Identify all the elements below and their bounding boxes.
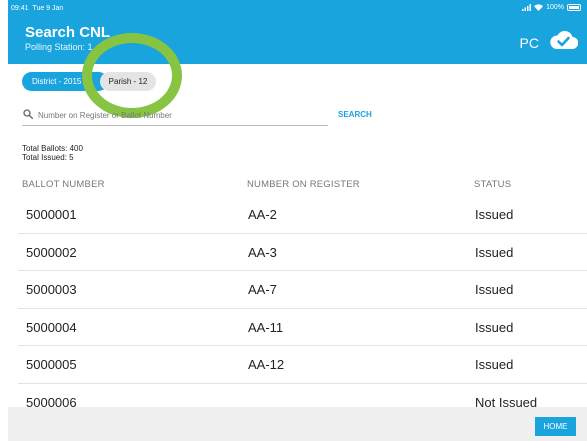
column-header-number-on-register: NUMBER ON REGISTER (247, 179, 360, 190)
register-number-cell: AA-12 (248, 357, 285, 372)
battery-percent: 100% (546, 4, 564, 11)
total-ballots: Total Ballots: 400 (22, 144, 83, 153)
register-number-cell: AA-11 (248, 319, 284, 335)
footer-bar (8, 407, 587, 441)
search-input[interactable] (38, 108, 323, 122)
status-cell: Issued (475, 282, 514, 297)
signal-icon (522, 4, 532, 11)
totals-summary: Total Ballots: 400 Total Issued: 5 (22, 144, 83, 162)
wifi-icon (534, 4, 544, 11)
table-row[interactable]: 5000003 AA-7 Issued (18, 271, 587, 309)
status-bar: 09:41 Tue 9 Jan 100% (8, 0, 587, 18)
register-number-cell: AA-2 (248, 207, 277, 222)
district-chip[interactable]: District - 2015 (22, 72, 108, 91)
column-header-ballot-number: BALLOT NUMBER (22, 179, 105, 190)
ballot-number-cell: 5000003 (26, 282, 77, 297)
status-cell: Issued (475, 319, 514, 335)
ballot-table: 5000001 AA-2 Issued 5000002 AA-3 Issued … (18, 196, 587, 421)
table-row[interactable]: 5000004 AA-11 Issued (18, 309, 587, 346)
search-icon (23, 109, 33, 119)
search-button[interactable]: SEARCH (338, 110, 372, 119)
status-cell: Issued (475, 357, 514, 372)
total-issued: Total Issued: 5 (22, 153, 74, 162)
status-cell: Issued (475, 244, 514, 260)
register-number-cell: AA-7 (248, 282, 277, 297)
status-time: 09:41 Tue 9 Jan (11, 5, 63, 12)
ballot-number-cell: 5000004 (26, 319, 77, 335)
status-date: Tue 9 Jan (32, 5, 64, 12)
battery-icon (567, 4, 581, 11)
ballot-number-cell: 5000002 (26, 244, 77, 260)
page-title: Search CNL (25, 24, 111, 41)
status-indicators: 100% (522, 4, 581, 11)
status-clock: 09:41 (11, 5, 29, 12)
search-bar (22, 106, 328, 126)
pc-label[interactable]: PC (520, 35, 539, 51)
table-row[interactable]: 5000005 AA-12 Issued (18, 346, 587, 384)
polling-station-label: Polling Station: 1 (25, 42, 93, 52)
parish-chip[interactable]: Parish - 12 (100, 72, 156, 91)
ballot-number-cell: 5000001 (26, 207, 77, 222)
table-row[interactable]: 5000002 AA-3 Issued (18, 234, 587, 271)
app-header: 09:41 Tue 9 Jan 100% Search CNL Polling … (8, 0, 587, 64)
status-cell: Issued (475, 207, 514, 222)
column-header-status: STATUS (474, 179, 512, 190)
table-row[interactable]: 5000001 AA-2 Issued (18, 196, 587, 234)
home-button[interactable]: HOME (535, 417, 576, 436)
cloud-check-icon[interactable] (548, 29, 578, 51)
register-number-cell: AA-3 (248, 244, 277, 260)
ballot-number-cell: 5000005 (26, 357, 77, 372)
